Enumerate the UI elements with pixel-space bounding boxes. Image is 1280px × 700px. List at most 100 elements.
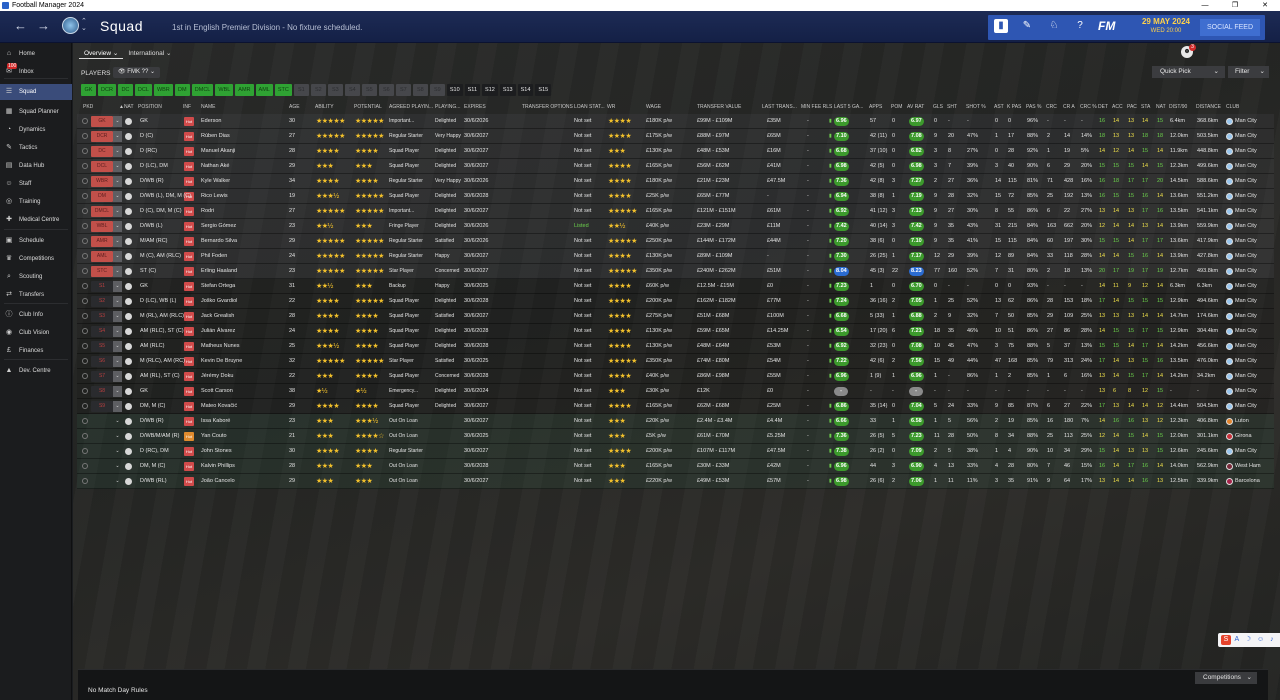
back-arrow-icon[interactable]: ← [14, 18, 27, 33]
club-name[interactable]: Man City [1235, 268, 1257, 274]
table-row[interactable]: AMR ⌄ Hot M/AM (RC) Bernardo Silva 29 Regular … [77, 234, 1274, 249]
game-date[interactable]: 29 MAY 2024 [1136, 17, 1196, 26]
table-row[interactable]: WBR ⌄ Hot D/WB (R) Kyle Walker 34 Regular Star… [77, 174, 1274, 189]
club-name[interactable]: Man City [1235, 253, 1257, 259]
table-row[interactable]: S3 ⌄ Hot M (RL), AM (RLC) Jack Grealish 28 Squ… [77, 309, 1274, 324]
pick-dropdown-icon[interactable]: ⌄ [113, 416, 122, 427]
pick-dropdown-icon[interactable]: ⌄ [113, 176, 122, 187]
sidebar-item-data-hub[interactable]: ▤ Data Hub [0, 158, 72, 174]
column-header-gls[interactable]: GLS [933, 104, 943, 110]
column-header-avrat[interactable]: AV RAT [907, 104, 924, 110]
ime-toolbar[interactable]: S A ☽ ☺ ♪ ▦ ☗ ▲ ▦ [1218, 633, 1280, 647]
position-chip-gk[interactable]: GK [81, 84, 96, 96]
pick-slot[interactable]: S6 [91, 356, 113, 367]
pick-dropdown-icon[interactable]: ⌄ [113, 311, 122, 322]
sidebar-item-dev-centre[interactable]: ▲ Dev. Centre [0, 363, 72, 379]
position-chip-s2[interactable]: S2 [310, 84, 326, 96]
pick-slot[interactable]: S5 [91, 341, 113, 352]
select-checkbox[interactable] [82, 358, 88, 364]
player-name[interactable]: Yan Couto [201, 433, 227, 439]
table-row[interactable]: DC ⌄ Hot D (RC) Manuel Akanji 28 Squad Player D… [77, 144, 1274, 159]
club-name[interactable]: Man City [1235, 193, 1257, 199]
table-row[interactable]: AML ⌄ Hot M (C), AM (RLC) Phil Foden 24 Regula… [77, 249, 1274, 264]
sidebar-item-home[interactable]: ⌂ Home [0, 46, 72, 62]
club-badge-icon[interactable] [62, 17, 79, 34]
position-chip-aml[interactable]: AML [255, 84, 273, 96]
pick-dropdown-icon[interactable]: ⌄ [113, 371, 122, 382]
player-name[interactable]: Joško Gvardiol [201, 298, 237, 304]
position-chip-dcl[interactable]: DCL [134, 84, 152, 96]
sidebar-item-tactics[interactable]: ✎ Tactics [0, 140, 72, 156]
club-name[interactable]: Barcelona [1235, 478, 1260, 484]
pick-slot[interactable]: STC [91, 266, 113, 277]
table-row[interactable]: S6 ⌄ Hot M (RLC), AM (RC) Kevin De Bruyne 32 S… [77, 354, 1274, 369]
position-chip-s6[interactable]: S6 [378, 84, 394, 96]
column-header-pac[interactable]: PAC [1127, 104, 1137, 110]
column-header-ability[interactable]: ABILITY [315, 104, 334, 110]
club-name[interactable]: Man City [1235, 448, 1257, 454]
table-row[interactable]: S8 ⌄ Hot GK Scott Carson 38 Emergency... Deligh… [77, 384, 1274, 399]
column-header-kpas[interactable]: K PAS [1007, 104, 1021, 110]
pick-slot[interactable]: WBR [91, 176, 113, 187]
pick-slot[interactable]: WBL [91, 221, 113, 232]
column-header-age[interactable]: AGE [289, 104, 300, 110]
player-name[interactable]: Bernardo Silva [201, 238, 237, 244]
sidebar-item-squad[interactable]: ☰ Squad [0, 84, 72, 100]
table-row[interactable]: S5 ⌄ Hot AM (RLC) Matheus Nunes 25 Squad Playe… [77, 339, 1274, 354]
pick-dropdown-icon[interactable]: ⌄ [113, 116, 122, 127]
position-chip-wbr[interactable]: WBR [153, 84, 173, 96]
table-row[interactable]: DCL ⌄ Hot D (LC), DM Nathan Aké 29 Squad Playe… [77, 159, 1274, 174]
position-chip-s4[interactable]: S4 [344, 84, 360, 96]
player-name[interactable]: Scott Carson [201, 388, 233, 394]
table-row[interactable]: S9 ⌄ Hot DM, M (C) Mateo Kovačić 29 Squad Play… [77, 399, 1274, 414]
pick-dropdown-icon[interactable]: ⌄ [113, 221, 122, 232]
tab-overview[interactable]: Overview ⌄ [79, 47, 124, 59]
pick-dropdown-icon[interactable]: ⌄ [113, 161, 122, 172]
position-chip-s11[interactable]: S11 [464, 84, 481, 96]
position-chip-s14[interactable]: S14 [517, 84, 534, 96]
player-name[interactable]: Rúben Dias [201, 133, 230, 139]
select-checkbox[interactable] [82, 133, 88, 139]
club-name[interactable]: Man City [1235, 148, 1257, 154]
table-row[interactable]: S7 ⌄ Hot AM (RL), ST (C) Jérémy Doku 22 Squad … [77, 369, 1274, 384]
player-name[interactable]: Jérémy Doku [201, 373, 233, 379]
select-checkbox[interactable] [82, 478, 88, 484]
player-name[interactable]: Matheus Nunes [201, 343, 240, 349]
pick-slot[interactable]: DC [91, 146, 113, 157]
pick-dropdown-icon[interactable]: ⌄ [113, 251, 122, 262]
club-name[interactable]: Man City [1235, 238, 1257, 244]
table-row[interactable]: WBL ⌄ Hot D/WB (L) Sergio Gómez 23 Fringe Play… [77, 219, 1274, 234]
table-row[interactable]: GK ⌄ Hot GK Ederson 30 Important... Delighted 30… [77, 114, 1274, 129]
sidebar-item-schedule[interactable]: ▣ Schedule [0, 233, 72, 249]
pick-slot[interactable] [91, 446, 113, 457]
pick-dropdown-icon[interactable]: ⌄ [113, 476, 122, 487]
pick-slot[interactable] [91, 476, 113, 487]
player-name[interactable]: Kevin De Bruyne [201, 358, 242, 364]
column-header-agreed[interactable]: AGREED PLAYIN... [389, 104, 433, 110]
pick-slot[interactable]: S7 [91, 371, 113, 382]
select-checkbox[interactable] [82, 208, 88, 214]
pick-dropdown-icon[interactable]: ⌄ [113, 341, 122, 352]
select-checkbox[interactable] [82, 403, 88, 409]
column-header-det[interactable]: DET [1098, 104, 1108, 110]
position-chip-s10[interactable]: S10 [446, 84, 463, 96]
column-header-crc[interactable]: CRC [1046, 104, 1057, 110]
sidebar-item-staff[interactable]: ☺ Staff [0, 176, 72, 192]
select-checkbox[interactable] [82, 238, 88, 244]
column-header-sta[interactable]: STA [1141, 104, 1150, 110]
column-header-min_fee[interactable]: MIN FEE RLS [801, 104, 832, 110]
sidebar-item-squad-planner[interactable]: ▦ Squad Planner [0, 104, 72, 120]
player-name[interactable]: Issa Kaboré [201, 418, 230, 424]
pick-slot[interactable]: S8 [91, 386, 113, 397]
sidebar-item-transfers[interactable]: ⇄ Transfers [0, 287, 72, 303]
column-header-loan_status[interactable]: LOAN STAT... [574, 104, 605, 110]
competitions-dropdown[interactable]: Competitions ⌄ [1195, 672, 1257, 684]
pick-slot[interactable]: S3 [91, 311, 113, 322]
pick-dropdown-icon[interactable]: ⌄ [113, 236, 122, 247]
pick-slot[interactable]: DMCL [91, 206, 113, 217]
table-row[interactable]: STC ⌄ Hot ST (C) Erling Haaland 23 Star Player… [77, 264, 1274, 279]
player-name[interactable]: Rodri [201, 208, 214, 214]
sidebar-item-club-info[interactable]: ⓘ Club Info [0, 307, 72, 323]
pick-dropdown-icon[interactable]: ⌄ [113, 401, 122, 412]
pick-slot[interactable]: DCL [91, 161, 113, 172]
